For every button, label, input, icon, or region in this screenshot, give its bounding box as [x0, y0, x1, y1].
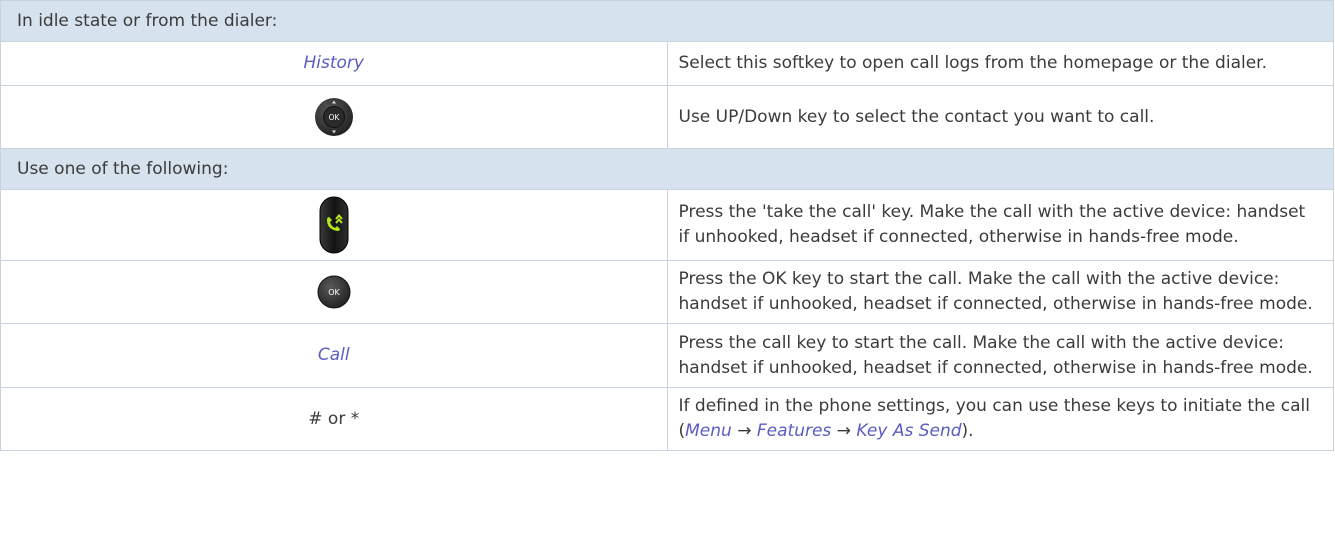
description-cell: Select this softkey to open call logs fr…: [666, 41, 1334, 86]
hash-star-keys-label: # or *: [308, 408, 360, 429]
key-cell: [0, 189, 668, 261]
navigator-ok-key-icon: OK: [314, 97, 354, 137]
key-as-send-link[interactable]: Key As Send: [856, 421, 961, 441]
history-softkey-label: History: [303, 53, 364, 73]
key-cell: # or *: [0, 387, 668, 451]
arrow-icon: →: [737, 421, 752, 441]
ok-key-text: OK: [328, 288, 340, 297]
instruction-table: In idle state or from the dialer: Histor…: [0, 0, 1334, 451]
table-row-navigator: OK Use UP/Down key to select the contact…: [0, 85, 1334, 149]
desc-text-after: ).: [961, 421, 974, 441]
menu-link[interactable]: Menu: [685, 421, 732, 441]
table-row-hash-star: # or * If defined in the phone settings,…: [0, 387, 1334, 451]
arrow-icon: →: [836, 421, 851, 441]
section-header-text: In idle state or from the dialer:: [0, 0, 1334, 42]
key-cell: OK: [0, 260, 668, 324]
table-row-ok: OK Press the OK key to start the call. M…: [0, 260, 1334, 324]
key-cell: Call: [0, 323, 668, 388]
ok-key-icon: OK: [317, 275, 351, 309]
description-cell: Press the call key to start the call. Ma…: [666, 323, 1334, 388]
description-cell: If defined in the phone settings, you ca…: [666, 387, 1334, 451]
table-row-call: Call Press the call key to start the cal…: [0, 323, 1334, 388]
description-cell: Press the OK key to start the call. Make…: [666, 260, 1334, 324]
section-header-idle: In idle state or from the dialer:: [0, 0, 1334, 42]
take-call-key-icon: [319, 196, 349, 254]
table-row-history: History Select this softkey to open call…: [0, 41, 1334, 86]
description-cell: Press the 'take the call' key. Make the …: [666, 189, 1334, 261]
description-cell: Use UP/Down key to select the contact yo…: [666, 85, 1334, 149]
table-row-take-call: Press the 'take the call' key. Make the …: [0, 189, 1334, 261]
features-link[interactable]: Features: [757, 421, 831, 441]
key-cell: OK: [0, 85, 668, 149]
section-header-use: Use one of the following:: [0, 148, 1334, 190]
navigator-ok-text: OK: [328, 113, 340, 122]
call-softkey-label: Call: [317, 345, 350, 365]
section-header-text: Use one of the following:: [0, 148, 1334, 190]
key-cell: History: [0, 41, 668, 86]
